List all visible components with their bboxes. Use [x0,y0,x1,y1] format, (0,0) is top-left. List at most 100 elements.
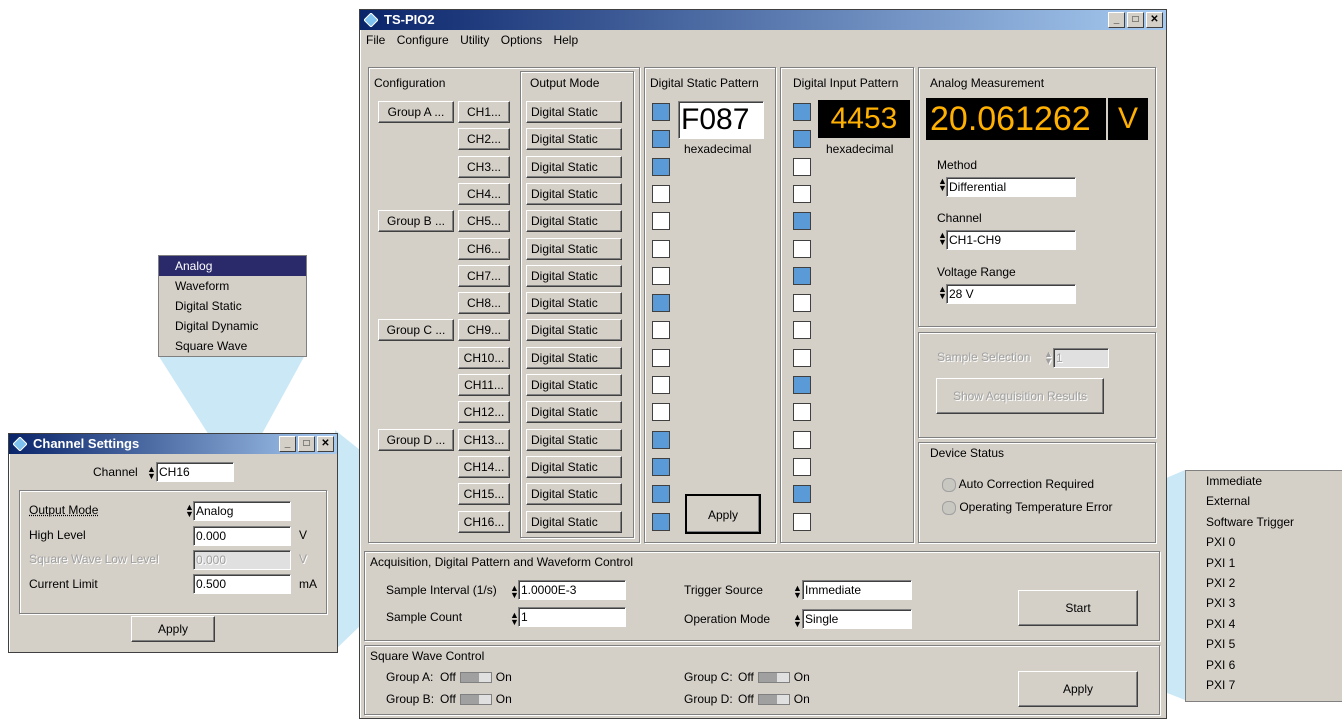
channel-button-6[interactable]: CH6... [458,238,510,260]
output-mode-value-10[interactable]: Digital Static [526,347,622,369]
static-bit-1[interactable] [652,103,670,121]
sample-interval-field[interactable]: 1.0000E-3 [518,580,626,600]
minimize-button[interactable]: _ [1108,12,1125,28]
sq-toggle-switch[interactable] [459,672,492,684]
channel-button-16[interactable]: CH16... [458,511,510,533]
channel-button-3[interactable]: CH3... [458,156,510,178]
static-bit-5[interactable] [652,212,670,230]
trigger-option-8[interactable]: PXI 4 [1186,614,1342,634]
trigger-option-1[interactable]: Immediate [1186,471,1342,491]
group-d-button[interactable]: Group D ... [378,429,454,451]
trigger-option-2[interactable]: External [1186,491,1342,511]
output-mode-value-14[interactable]: Digital Static [526,456,622,478]
operation-mode-stepper[interactable]: ▲ ▼ [793,613,802,629]
output-mode-value-4[interactable]: Digital Static [526,183,622,205]
menu-configure[interactable]: Configure [397,33,449,47]
trigger-option-3[interactable]: Software Trigger [1186,512,1342,532]
cs-channel-field[interactable]: CH16 [156,462,234,482]
channel-button-15[interactable]: CH15... [458,483,510,505]
cs-channel-stepper[interactable]: ▲ ▼ [147,465,156,481]
channel-button-8[interactable]: CH8... [458,292,510,314]
output-mode-value-8[interactable]: Digital Static [526,292,622,314]
output-mode-option-4[interactable]: Digital Dynamic [159,316,306,336]
trigger-option-5[interactable]: PXI 1 [1186,553,1342,573]
trigger-option-6[interactable]: PXI 2 [1186,573,1342,593]
minimize-button[interactable]: _ [279,436,296,452]
static-bit-7[interactable] [652,267,670,285]
output-mode-value-5[interactable]: Digital Static [526,210,622,232]
output-mode-value-15[interactable]: Digital Static [526,483,622,505]
output-mode-value-1[interactable]: Digital Static [526,101,622,123]
channel-button-11[interactable]: CH11... [458,374,510,396]
static-bit-15[interactable] [652,485,670,503]
output-mode-value-3[interactable]: Digital Static [526,156,622,178]
output-mode-value-6[interactable]: Digital Static [526,238,622,260]
method-field[interactable]: Differential [946,177,1076,197]
sample-interval-stepper[interactable]: ▲ ▼ [510,584,519,600]
sq-toggle-switch[interactable] [459,694,492,706]
output-mode-value-13[interactable]: Digital Static [526,429,622,451]
static-hex-field[interactable]: F087 [678,101,764,139]
voltage-range-stepper[interactable]: ▲ ▼ [938,285,947,301]
trigger-source-stepper[interactable]: ▲ ▼ [793,584,802,600]
group-a-button[interactable]: Group A ... [378,101,454,123]
static-bit-13[interactable] [652,431,670,449]
channel-button-14[interactable]: CH14... [458,456,510,478]
menu-file[interactable]: File [366,33,385,47]
sq-toggle-switch[interactable] [757,672,790,684]
static-bit-4[interactable] [652,185,670,203]
static-bit-3[interactable] [652,158,670,176]
sample-count-field[interactable]: 1 [518,607,626,627]
trigger-option-9[interactable]: PXI 5 [1186,634,1342,654]
output-mode-option-3[interactable]: Digital Static [159,296,306,316]
static-bit-11[interactable] [652,376,670,394]
sample-count-stepper[interactable]: ▲ ▼ [510,611,519,627]
channel-button-13[interactable]: CH13... [458,429,510,451]
close-button[interactable]: ✕ [317,436,334,452]
menu-options[interactable]: Options [501,33,542,47]
sample-selection-stepper[interactable]: ▲ ▼ [1044,350,1053,366]
show-results-button[interactable]: Show Acquisition Results [936,378,1104,414]
analog-channel-field[interactable]: CH1-CH9 [946,230,1076,250]
static-bit-6[interactable] [652,240,670,258]
static-bit-9[interactable] [652,321,670,339]
output-mode-value-9[interactable]: Digital Static [526,319,622,341]
output-mode-value-16[interactable]: Digital Static [526,511,622,533]
static-bit-2[interactable] [652,130,670,148]
group-b-button[interactable]: Group B ... [378,210,454,232]
voltage-range-field[interactable]: 28 V [946,284,1076,304]
channel-button-5[interactable]: CH5... [458,210,510,232]
static-bit-10[interactable] [652,349,670,367]
output-mode-value-7[interactable]: Digital Static [526,265,622,287]
channel-button-1[interactable]: CH1... [458,101,510,123]
square-wave-apply-button[interactable]: Apply [1018,671,1138,707]
output-mode-value-2[interactable]: Digital Static [526,128,622,150]
trigger-option-7[interactable]: PXI 3 [1186,593,1342,613]
sq-toggle-switch[interactable] [757,694,790,706]
trigger-source-field[interactable]: Immediate [802,580,912,600]
output-mode-option-5[interactable]: Square Wave [159,336,306,356]
maximize-button[interactable]: □ [1127,12,1144,28]
sample-selection-field[interactable]: 1 [1053,348,1109,368]
cs-apply-button[interactable]: Apply [131,616,215,642]
static-apply-button[interactable]: Apply [685,494,761,534]
trigger-option-4[interactable]: PXI 0 [1186,532,1342,552]
static-bit-8[interactable] [652,294,670,312]
channel-button-9[interactable]: CH9... [458,319,510,341]
channel-button-10[interactable]: CH10... [458,347,510,369]
static-bit-14[interactable] [652,458,670,476]
operation-mode-field[interactable]: Single [802,609,912,629]
channel-button-2[interactable]: CH2... [458,128,510,150]
channel-button-4[interactable]: CH4... [458,183,510,205]
cs-sq-low-field[interactable]: 0.000 [193,550,291,570]
static-bit-16[interactable] [652,513,670,531]
cs-output-mode-field[interactable]: Analog [193,501,291,521]
output-mode-value-12[interactable]: Digital Static [526,401,622,423]
output-mode-value-11[interactable]: Digital Static [526,374,622,396]
output-mode-option-1[interactable]: Analog [159,256,306,276]
maximize-button[interactable]: □ [298,436,315,452]
static-bit-12[interactable] [652,403,670,421]
group-c-button[interactable]: Group C ... [378,319,454,341]
trigger-option-10[interactable]: PXI 6 [1186,655,1342,675]
cs-high-level-field[interactable]: 0.000 [193,526,291,546]
